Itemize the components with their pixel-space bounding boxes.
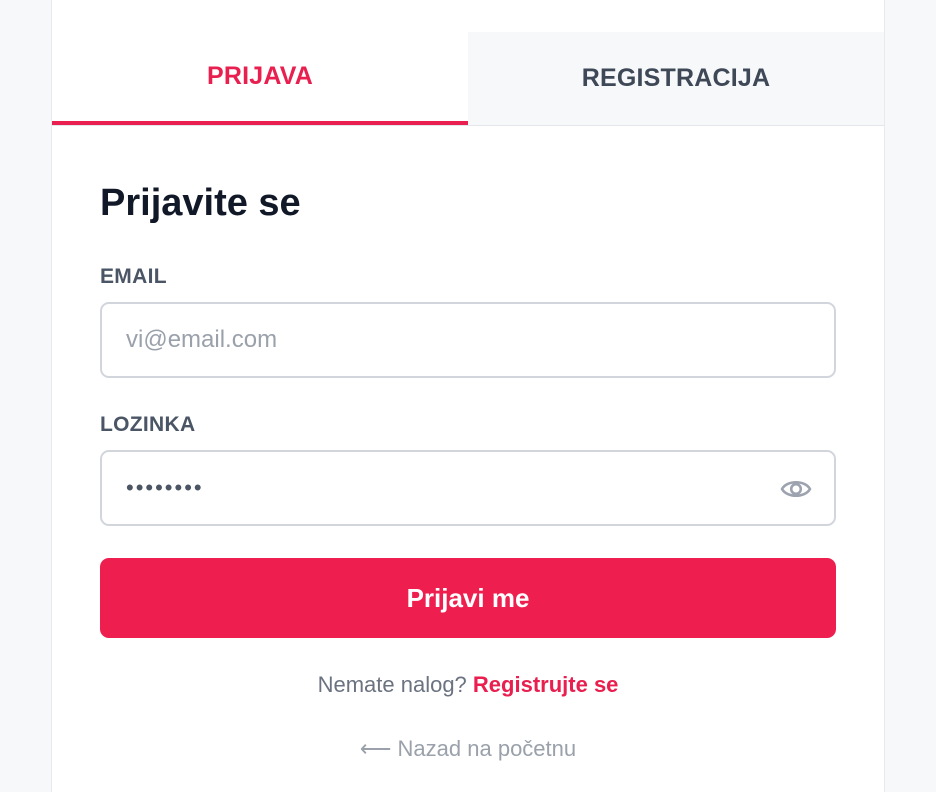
auth-card: PRIJAVA REGISTRACIJA Prijavite se EMAIL …	[51, 0, 885, 792]
password-field[interactable]	[102, 452, 834, 524]
back-link-label: Nazad na početnu	[397, 736, 577, 761]
login-button[interactable]: Prijavi me	[100, 558, 836, 638]
auth-tabs: PRIJAVA REGISTRACIJA	[52, 32, 884, 126]
arrow-left-icon: ⟵	[359, 736, 392, 761]
tab-login[interactable]: PRIJAVA	[52, 32, 468, 125]
email-field-wrapper	[100, 302, 836, 378]
email-label: EMAIL	[100, 265, 167, 288]
back-link[interactable]: ⟵ Nazad na početnu	[52, 736, 884, 762]
signup-prompt: Nemate nalog? Registrujte se	[52, 672, 884, 698]
eye-icon[interactable]	[780, 475, 812, 503]
password-label: LOZINKA	[100, 413, 196, 436]
signup-link[interactable]: Registrujte se	[473, 672, 619, 697]
page-title: Prijavite se	[100, 182, 301, 224]
signup-prompt-text: Nemate nalog?	[317, 672, 467, 697]
email-field[interactable]	[102, 304, 834, 376]
tab-register[interactable]: REGISTRACIJA	[468, 32, 884, 125]
password-field-wrapper	[100, 450, 836, 526]
